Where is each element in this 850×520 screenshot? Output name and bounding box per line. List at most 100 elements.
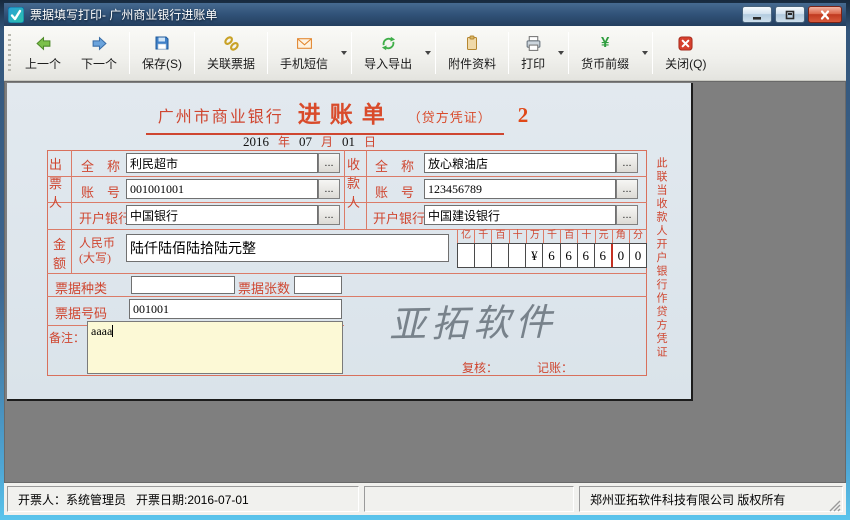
digit-header: 元 xyxy=(596,229,613,243)
digit-cell: 6 xyxy=(577,244,594,267)
payee-bank-input[interactable] xyxy=(424,205,616,225)
close-window-button[interactable]: 关闭(Q) xyxy=(655,28,716,78)
save-button[interactable]: 保存(S) xyxy=(132,28,192,78)
related-bills-button[interactable]: 关联票据 xyxy=(197,28,265,78)
text-cursor xyxy=(112,325,113,337)
payee-name-label: 全 称 xyxy=(375,156,414,175)
divider xyxy=(71,150,72,273)
minimize-button[interactable] xyxy=(742,6,772,23)
payee-account-lookup-button[interactable]: ... xyxy=(616,179,638,199)
amount-section-label: 金额 xyxy=(53,234,67,268)
arrow-right-icon xyxy=(91,34,108,52)
yuan-icon: ¥ xyxy=(601,34,609,52)
attachments-label: 附件资料 xyxy=(448,55,496,72)
sms-dropdown-arrow[interactable] xyxy=(338,28,349,78)
divider xyxy=(344,150,345,229)
bill-count-label: 票据张数 xyxy=(238,278,290,297)
link-icon xyxy=(223,34,240,52)
print-dropdown-arrow[interactable] xyxy=(555,28,566,78)
drawer-account-lookup-button[interactable]: ... xyxy=(318,179,340,199)
import-export-icon xyxy=(380,34,397,52)
side-note: 此联当收款人开户银行作贷方凭证 xyxy=(653,157,669,377)
bill-number-input[interactable] xyxy=(129,299,342,319)
currency-prefix-button[interactable]: ¥ 货币前缀 xyxy=(571,28,639,78)
payee-bank-lookup-button[interactable]: ... xyxy=(616,205,638,225)
payee-bank-label: 开户银行 xyxy=(373,208,425,227)
drawer-account-input[interactable] xyxy=(126,179,318,199)
digit-header: 千 xyxy=(475,229,492,243)
document-area: 亚拓软件 广州市商业银行 进账单 （贷方凭证） 2 2016 年 07 月 01… xyxy=(4,81,846,483)
bank-name: 广州市商业银行 xyxy=(158,103,284,127)
drawer-name-lookup-button[interactable]: ... xyxy=(318,153,340,173)
window-controls xyxy=(742,6,842,23)
amount-words-input[interactable] xyxy=(126,234,449,262)
previous-button[interactable]: 上一个 xyxy=(15,28,71,78)
drawer-name-input[interactable] xyxy=(126,153,318,173)
print-label: 打印 xyxy=(521,55,545,72)
divider xyxy=(366,150,367,229)
bill-count-input[interactable] xyxy=(294,276,342,294)
toolbar-grip xyxy=(7,34,12,72)
bill-type-input[interactable] xyxy=(131,276,235,294)
payee-role-label: 收款人 xyxy=(347,154,365,225)
bill-number-label: 票据号码 xyxy=(55,303,107,322)
currency-prefix-dropdown-arrow[interactable] xyxy=(639,28,650,78)
drawer-name-label: 全 称 xyxy=(81,156,120,175)
slip-header: 广州市商业银行 进账单 （贷方凭证） 2 xyxy=(7,95,667,135)
payee-name-lookup-button[interactable]: ... xyxy=(616,153,638,173)
drawer-bank-lookup-button[interactable]: ... xyxy=(318,205,340,225)
payee-account-input[interactable] xyxy=(424,179,616,199)
status-copyright: 郑州亚拓软件科技有限公司 版权所有 xyxy=(579,486,843,512)
printer-icon xyxy=(525,34,542,52)
status-bar: 开票人：系统管理员 开票日期:2016-07-01 郑州亚拓软件科技有限公司 版… xyxy=(4,483,846,515)
drawer-bank-label: 开户银行 xyxy=(79,208,131,227)
date-day: 01 xyxy=(342,134,355,150)
digit-header: 角 xyxy=(613,229,630,243)
related-bills-label: 关联票据 xyxy=(207,55,255,72)
drawer-account-label: 账 号 xyxy=(81,182,120,201)
save-label: 保存(S) xyxy=(142,55,182,72)
title-bar: 票据填写打印- 广州商业银行进账单 xyxy=(4,3,846,26)
bank-slip: 亚拓软件 广州市商业银行 进账单 （贷方凭证） 2 2016 年 07 月 01… xyxy=(7,83,693,401)
digit-cell xyxy=(458,244,474,267)
window-title: 票据填写打印- 广州商业银行进账单 xyxy=(30,6,217,23)
next-button[interactable]: 下一个 xyxy=(71,28,127,78)
digit-header: 万 xyxy=(527,229,544,243)
import-export-button[interactable]: 导入导出 xyxy=(354,28,422,78)
digit-cell xyxy=(491,244,508,267)
divider xyxy=(47,273,647,274)
slip-date: 2016 年 07 月 01 日 xyxy=(243,133,376,150)
digit-cell: 0 xyxy=(611,244,629,267)
toolbar-separator xyxy=(435,32,436,74)
date-day-unit: 日 xyxy=(364,133,376,150)
bookkeeping-label: 记账： xyxy=(537,359,573,376)
resize-grip[interactable] xyxy=(829,499,841,511)
close-button[interactable] xyxy=(808,6,842,23)
bill-type-label: 票据种类 xyxy=(55,278,107,297)
status-middle-panel xyxy=(364,486,574,512)
import-export-label: 导入导出 xyxy=(364,55,412,72)
digit-cell: 6 xyxy=(542,244,559,267)
attachments-button[interactable]: 附件资料 xyxy=(438,28,506,78)
digit-cell xyxy=(474,244,491,267)
sms-label: 手机短信 xyxy=(280,55,328,72)
clipboard-icon xyxy=(464,34,480,52)
slip-header-group: 广州市商业银行 进账单 （贷方凭证） xyxy=(146,95,504,135)
payee-name-input[interactable] xyxy=(424,153,616,173)
drawer-bank-input[interactable] xyxy=(126,205,318,225)
maximize-button[interactable] xyxy=(775,6,805,23)
amount-digit-grid: 亿 千 百 十 万 千 百 十 元 角 分 ¥ xyxy=(457,229,647,268)
print-button[interactable]: 打印 xyxy=(511,28,555,78)
app-window: 票据填写打印- 广州商业银行进账单 上一个 下一个 xyxy=(0,0,850,520)
import-export-dropdown-arrow[interactable] xyxy=(422,28,433,78)
next-label: 下一个 xyxy=(81,55,117,72)
digit-grid-values: ¥ 6 6 6 6 0 0 xyxy=(457,243,647,268)
sms-button[interactable]: 手机短信 xyxy=(270,28,338,78)
date-month-unit: 月 xyxy=(321,133,333,150)
payee-account-label: 账 号 xyxy=(375,182,414,201)
remark-textarea[interactable]: aaaa xyxy=(87,321,343,374)
amount-words-label-2: (大写) xyxy=(79,249,111,266)
slip-title: 进账单 xyxy=(298,95,394,129)
toolbar-separator xyxy=(129,32,130,74)
digit-header: 百 xyxy=(492,229,509,243)
